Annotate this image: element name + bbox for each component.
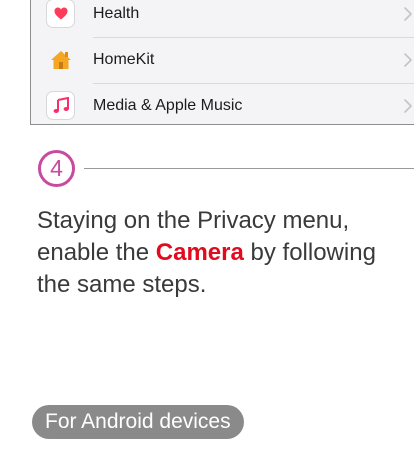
health-heart-icon (46, 0, 75, 28)
music-note-icon (46, 91, 75, 120)
android-devices-label: For Android devices (32, 405, 244, 439)
step-number-badge: 4 (38, 150, 75, 187)
settings-list: Health HomeKit Media & Apple Music (30, 0, 414, 125)
homekit-house-icon (46, 45, 75, 74)
settings-row-label: Media & Apple Music (93, 97, 243, 114)
settings-row-media-apple-music[interactable]: Media & Apple Music (31, 83, 414, 129)
step-instructions: Staying on the Privacy menu, enable the … (37, 205, 407, 301)
settings-row-health[interactable]: Health (31, 0, 414, 37)
chevron-right-icon (404, 7, 412, 21)
settings-row-label: HomeKit (93, 51, 155, 68)
settings-row-homekit[interactable]: HomeKit (31, 37, 414, 83)
settings-row-label: Health (93, 5, 140, 22)
chevron-right-icon (404, 53, 412, 67)
camera-highlight: Camera (155, 239, 244, 266)
chevron-right-icon (404, 99, 412, 113)
step-divider (84, 168, 414, 169)
